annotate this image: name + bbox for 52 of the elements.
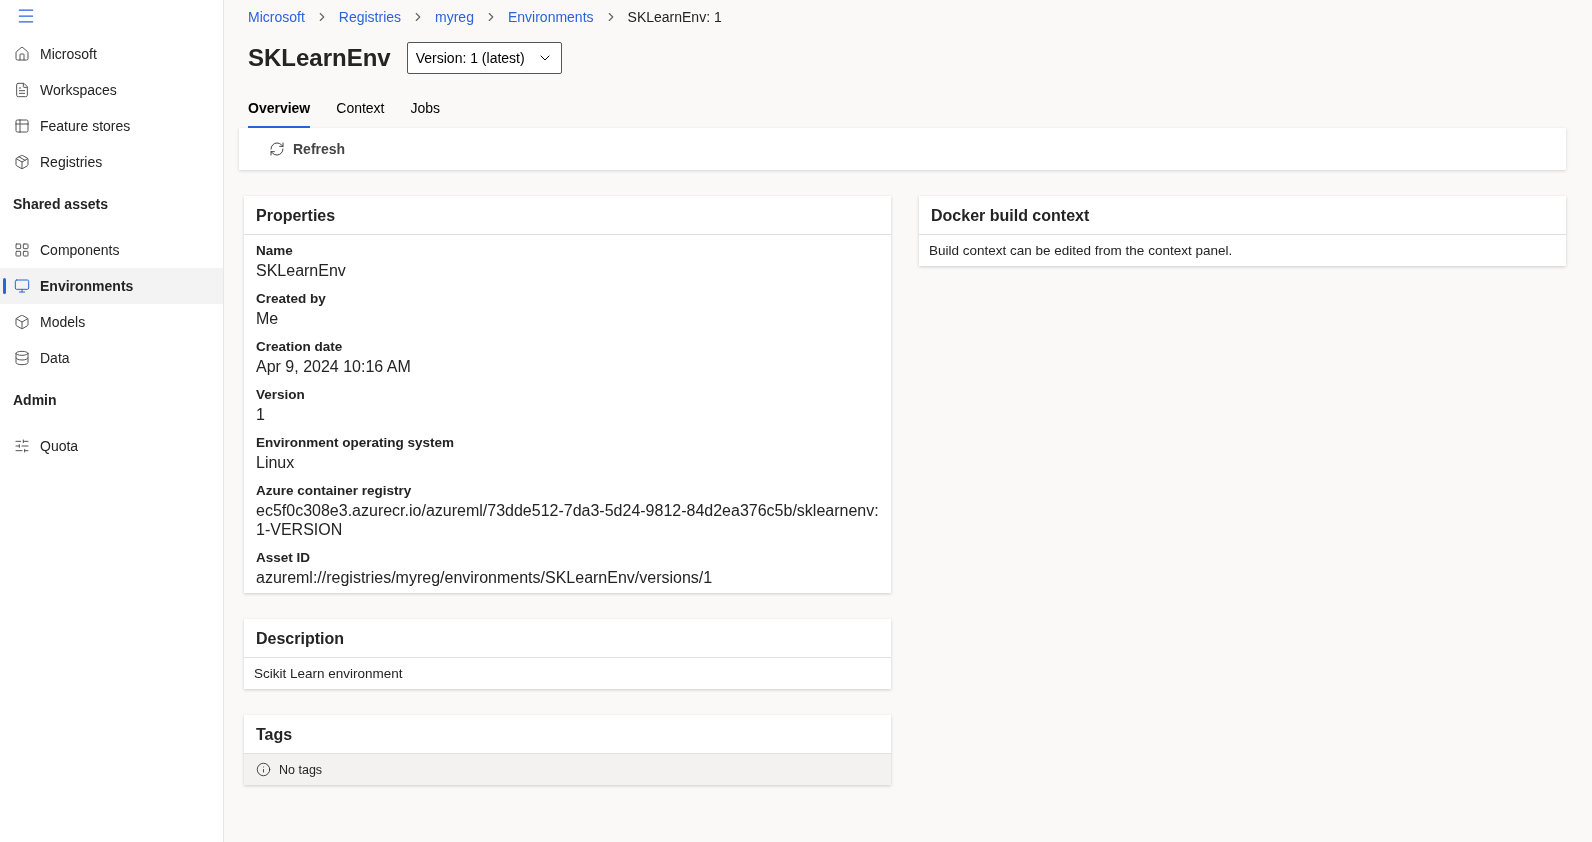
sidebar-item[interactable]: Components	[0, 232, 223, 268]
property-value: azureml://registries/myreg/environments/SKLearnEnv/versions/1	[256, 568, 714, 587]
card-title: Properties	[244, 196, 891, 235]
property-label: Asset ID	[256, 550, 312, 565]
property-value: 1	[256, 405, 266, 424]
property-value: SKLearnEnv	[256, 261, 347, 280]
property-label: Created by	[256, 291, 327, 306]
nav-icon	[14, 278, 30, 294]
nav-icon	[14, 118, 30, 134]
section-heading: Shared assets	[12, 195, 109, 214]
property-label: Name	[256, 243, 294, 258]
refresh-icon	[269, 141, 285, 157]
breadcrumb-link[interactable]: Microsoft	[248, 9, 305, 25]
property-value: Linux	[256, 453, 296, 472]
sidebar-item[interactable]: Environments	[0, 268, 223, 304]
property-label: Azure container registry	[256, 483, 413, 498]
version-dropdown[interactable]: Version: 1 (latest)	[406, 42, 562, 74]
property-value: ec5f0c308e3.azurecr.io/azureml/73dde512-7da3-5d24-9812-84d2ea376c5b/sklearnenv:1-VERSION	[256, 501, 879, 539]
property-label: Creation date	[256, 339, 344, 354]
sidebar-item[interactable]: Feature stores	[0, 108, 223, 144]
breadcrumb-link[interactable]: Environments	[507, 9, 594, 25]
sidebar-item[interactable]: Registries	[0, 144, 223, 180]
property-label: Version	[256, 387, 306, 402]
tab[interactable]: Context	[336, 94, 385, 128]
property-value: Apr 9, 2024 10:16 AM	[256, 357, 412, 376]
description-text: Scikit Learn environment	[253, 665, 404, 683]
nav-icon	[14, 314, 30, 330]
nav-icon	[14, 46, 30, 62]
nav-icon	[14, 82, 30, 98]
breadcrumb-link[interactable]: SKLearnEnv: 1	[627, 9, 722, 25]
docker-context-text: Build context can be edited from the context panel.	[928, 242, 1234, 260]
property-value: Me	[256, 309, 280, 328]
page-title: SKLearnEnv	[248, 44, 391, 72]
nav-icon	[14, 242, 30, 258]
sidebar-item[interactable]: Microsoft	[0, 36, 223, 72]
card-title: Description	[244, 619, 891, 658]
breadcrumb-link[interactable]: Registries	[338, 9, 402, 25]
nav-icon	[14, 154, 30, 170]
sidebar-item[interactable]: Models	[0, 304, 223, 340]
property-label: Environment operating system	[256, 435, 456, 450]
refresh-button[interactable]: Refresh	[263, 140, 352, 158]
breadcrumb-link[interactable]: myreg	[435, 9, 474, 25]
tab[interactable]: Jobs	[410, 94, 441, 128]
sidebar-item[interactable]: Data	[0, 340, 223, 376]
empty-tags-text: No tags	[279, 762, 323, 777]
sidebar-item[interactable]: Quota	[0, 428, 223, 464]
nav-icon	[14, 350, 30, 366]
section-heading: Admin	[12, 391, 58, 410]
sidebar-item[interactable]: Workspaces	[0, 72, 223, 108]
info-icon	[256, 762, 271, 777]
card-title: Docker build context	[919, 196, 1566, 235]
nav-icon	[14, 438, 30, 454]
